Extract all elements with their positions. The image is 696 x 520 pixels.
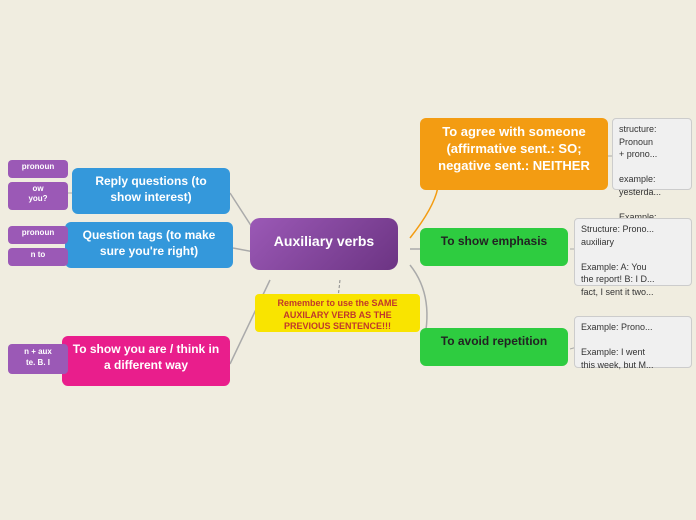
question-tags-label: Question tags (to make sure you're right… (83, 228, 216, 258)
show-emphasis-node[interactable]: To show emphasis (420, 228, 568, 266)
agree-someone-label: To agree with someone (affirmative sent.… (438, 124, 590, 173)
show-emphasis-label: To show emphasis (441, 234, 547, 248)
agree-info-box: structure: Pronoun+ prono...example:yest… (612, 118, 692, 190)
note-text: Remember to use the SAME AUXILARY VERB A… (277, 298, 397, 331)
note-box: Remember to use the SAME AUXILARY VERB A… (255, 294, 420, 332)
n-to-tag: n to (8, 248, 68, 266)
reply-questions-node[interactable]: Reply questions (to show interest) (72, 168, 230, 214)
pronoun-tag-1: pronoun (8, 160, 68, 178)
emphasis-info-box: Structure: Prono... auxiliaryExample: A:… (574, 218, 692, 286)
question-tags-node[interactable]: Question tags (to make sure you're right… (65, 222, 233, 268)
center-node: Auxiliary verbs (250, 218, 398, 270)
think-different-node[interactable]: To show you are / think in a different w… (62, 336, 230, 386)
aux-tag: n + auxte. B. I (8, 344, 68, 374)
reply-questions-label: Reply questions (to show interest) (95, 174, 206, 204)
how-you-tag: owyou? (8, 182, 68, 210)
think-different-label: To show you are / think in a different w… (73, 342, 219, 372)
agree-someone-node[interactable]: To agree with someone (affirmative sent.… (420, 118, 608, 190)
pronoun-tag-2: pronoun (8, 226, 68, 244)
avoid-repetition-label: To avoid repetition (441, 334, 547, 348)
repetition-info-box: Example: Prono...Example: I wentthis wee… (574, 316, 692, 368)
center-label: Auxiliary verbs (274, 233, 374, 249)
avoid-repetition-node[interactable]: To avoid repetition (420, 328, 568, 366)
